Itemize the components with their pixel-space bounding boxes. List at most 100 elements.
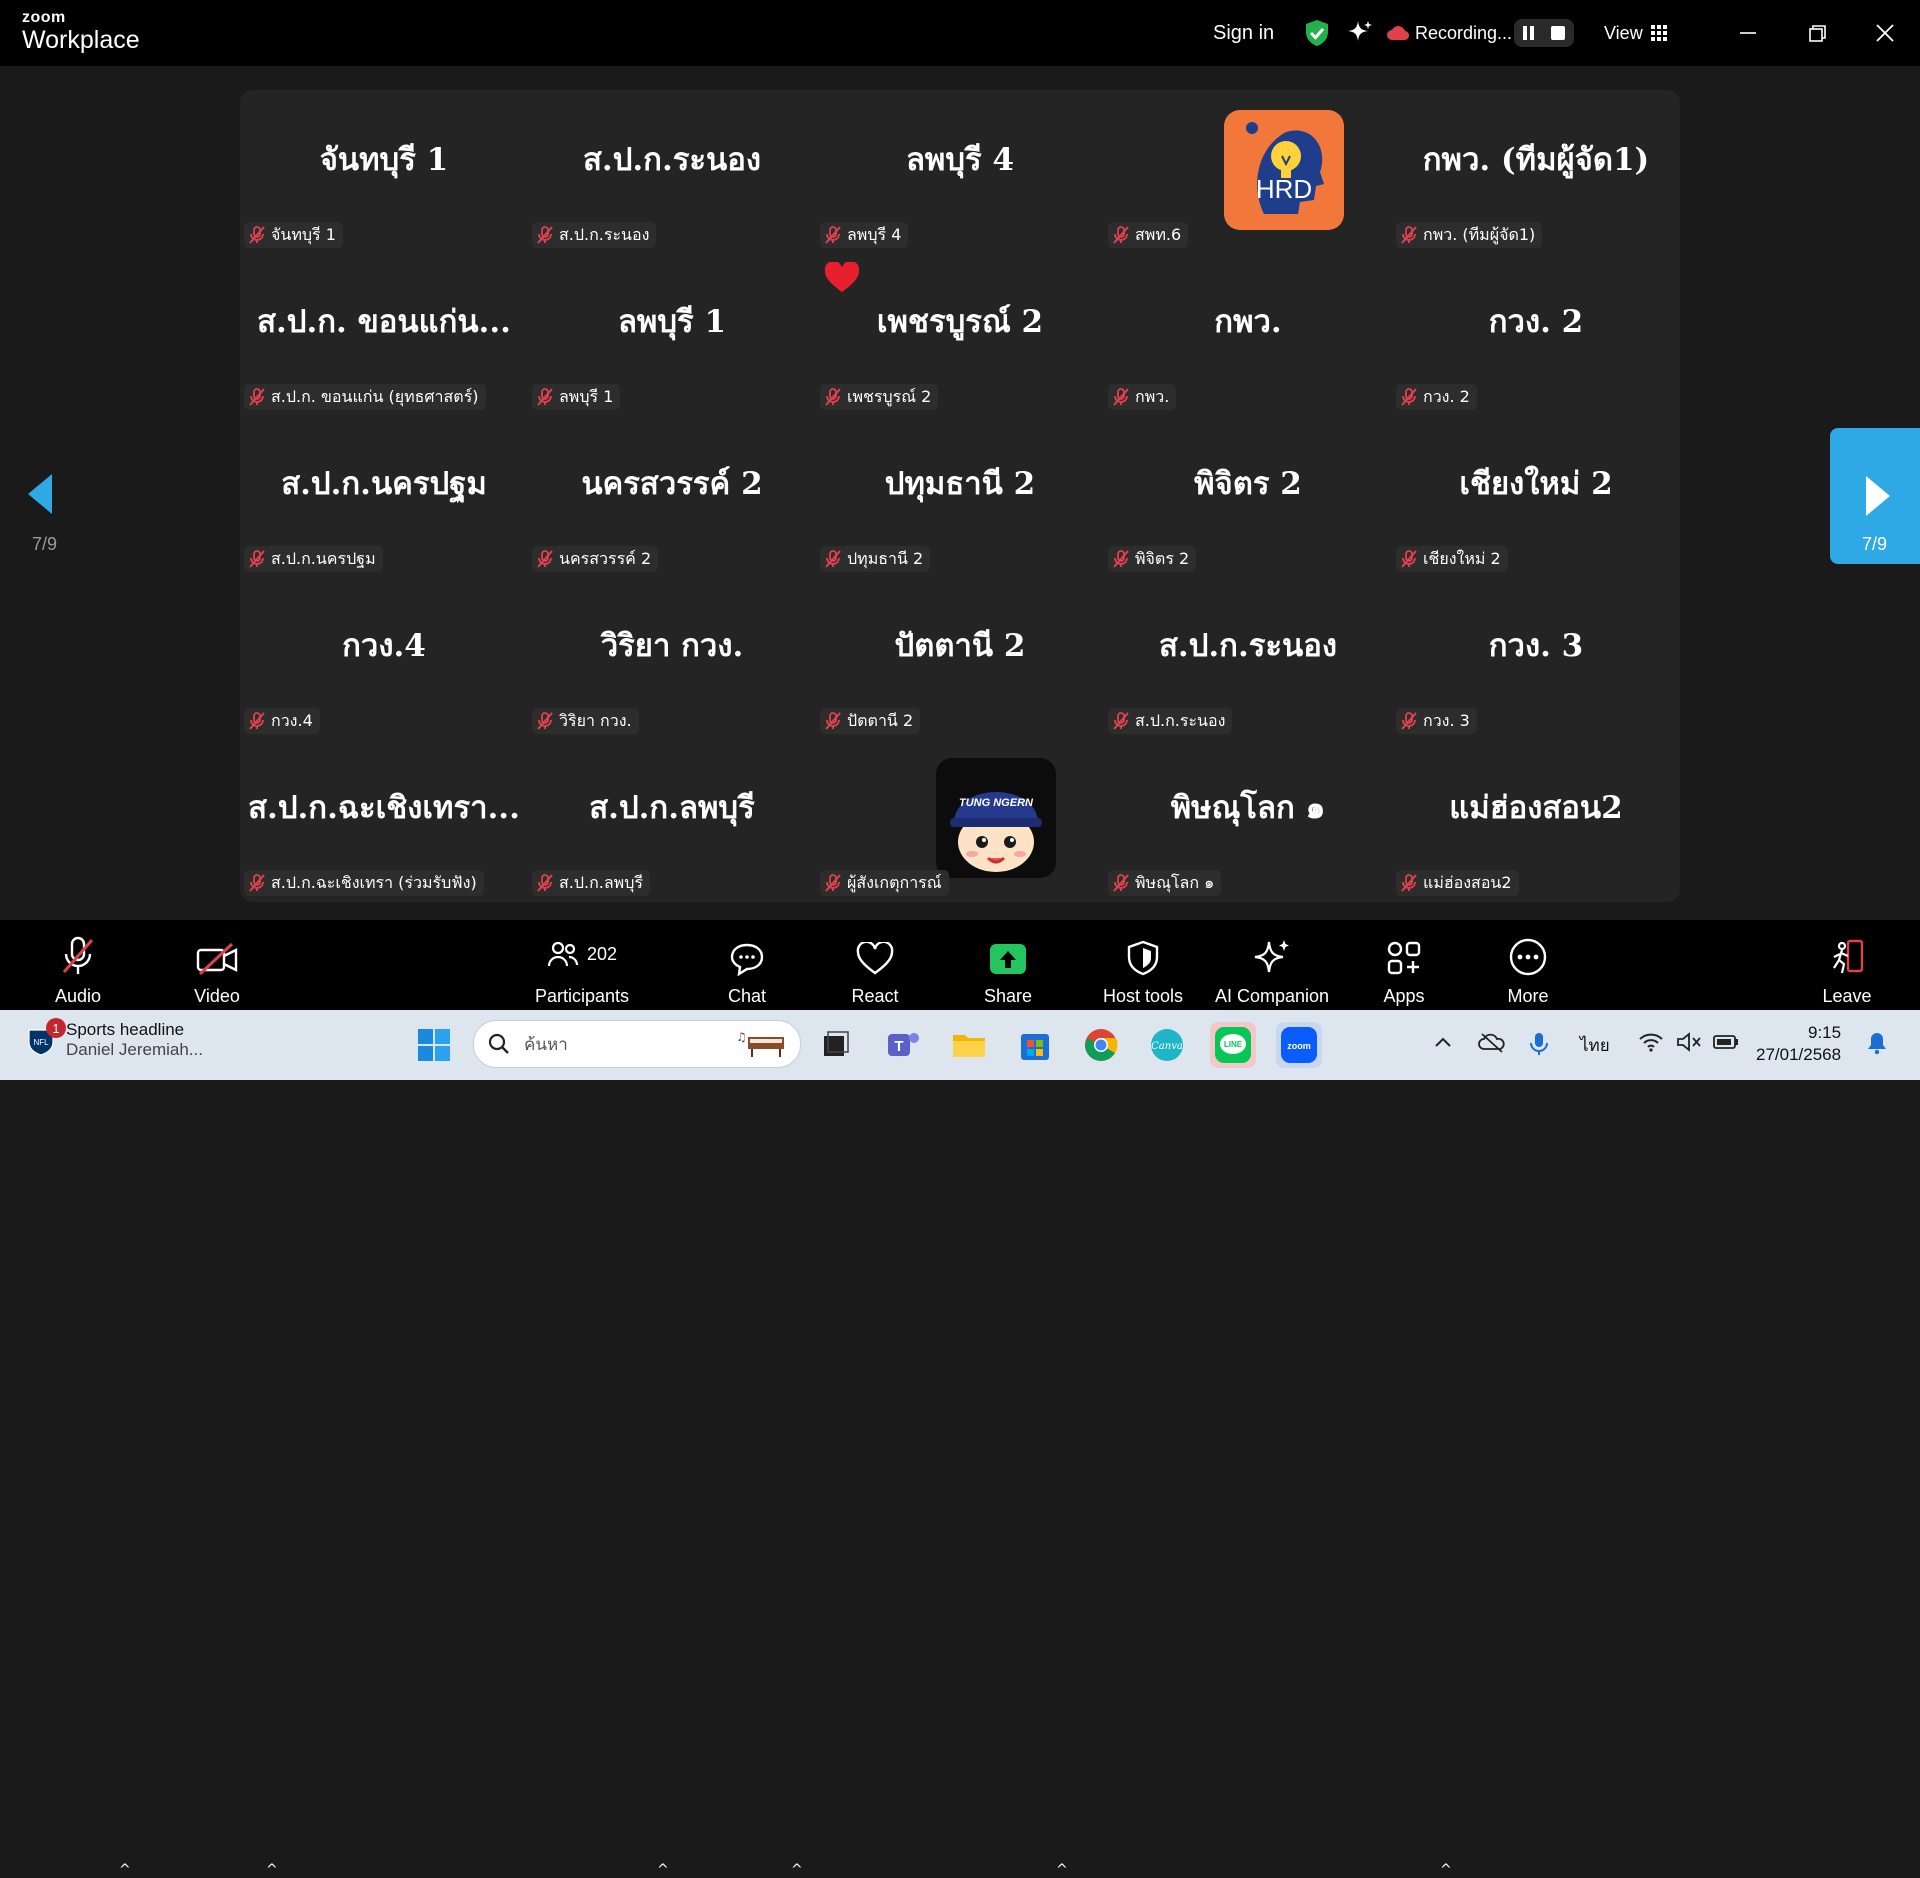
chat-button[interactable]: Chat [717, 920, 777, 1010]
news-notification-badge: 1 [46, 1018, 66, 1038]
muted-mic-icon [1400, 873, 1418, 893]
system-clock[interactable]: 9:15 27/01/2568 [1756, 1022, 1841, 1066]
video-options-caret-icon[interactable]: ^ [266, 1862, 278, 1878]
audio-button[interactable]: Audio [48, 920, 108, 1010]
participant-tile[interactable]: กวง. 2 กวง. 2 [1392, 252, 1680, 414]
participant-label-text: จันทบุรี 1 [271, 224, 336, 244]
muted-mic-icon [1112, 387, 1130, 407]
chrome-icon[interactable] [1082, 1026, 1120, 1064]
microphone-in-use-icon[interactable] [1528, 1031, 1550, 1061]
chat-options-caret-icon[interactable]: ^ [791, 1862, 803, 1878]
news-widget[interactable]: NFL 1 Sports headline Daniel Jeremiah... [28, 1018, 203, 1060]
participant-name-label: ลพบุรี 4 [820, 222, 909, 248]
view-menu-button[interactable]: View [1604, 0, 1667, 66]
muted-mic-icon [1400, 225, 1418, 245]
participant-tile[interactable]: ส.ป.ก.ลพบุรี ส.ป.ก.ลพบุรี [528, 738, 816, 900]
audio-options-caret-icon[interactable]: ^ [119, 1862, 131, 1878]
file-explorer-icon[interactable] [950, 1026, 988, 1064]
wifi-icon[interactable] [1638, 1031, 1664, 1057]
participant-name-label: ส.ป.ก.ลพบุรี [532, 870, 650, 896]
ai-companion-sparkle-icon[interactable] [1347, 0, 1373, 66]
video-button[interactable]: Video [187, 920, 247, 1010]
participant-tile[interactable]: เชียงใหม่ 2 เชียงใหม่ 2 [1392, 414, 1680, 576]
pause-recording-icon[interactable] [1522, 26, 1534, 40]
ai-companion-button[interactable]: AI Companion [1212, 920, 1332, 1010]
participant-tile[interactable]: วิริยา กวง. วิริยา กวง. [528, 576, 816, 738]
svg-text:T: T [894, 1038, 903, 1055]
line-app-icon[interactable]: LINE [1210, 1022, 1256, 1068]
participant-tile[interactable]: แม่ฮ่องสอน2 แม่ฮ่องสอน2 [1392, 738, 1680, 900]
participant-label-text: ปัตตานี 2 [847, 710, 914, 730]
participant-tile[interactable]: ปทุมธานี 2 ปทุมธานี 2 [816, 414, 1104, 576]
participant-tile[interactable]: ลพบุรี 1 ลพบุรี 1 [528, 252, 816, 414]
task-view-icon[interactable] [816, 1026, 854, 1064]
input-language-indicator[interactable]: ไทย [1580, 1032, 1610, 1059]
apps-options-caret-icon[interactable]: ^ [1440, 1862, 1452, 1878]
muted-mic-icon [824, 873, 842, 893]
muted-mic-icon [536, 873, 554, 893]
onedrive-cloud-icon[interactable] [1478, 1031, 1506, 1057]
participant-tile[interactable]: ส.ป.ก. ขอนแก่น... ส.ป.ก. ขอนแก่น (ยุทธศาส… [240, 252, 528, 414]
next-page-button[interactable]: 7/9 [1830, 428, 1920, 564]
encryption-shield-icon[interactable] [1304, 0, 1330, 66]
participant-display-name: ส.ป.ก.ระนอง [1159, 628, 1337, 664]
battery-icon[interactable] [1712, 1031, 1740, 1057]
participants-button[interactable]: 202 Participants [532, 920, 632, 1010]
participant-display-name: ส.ป.ก.ฉะเชิงเทรา... [248, 790, 520, 826]
microsoft-store-icon[interactable] [1016, 1026, 1054, 1064]
clock-time: 9:15 [1808, 1023, 1842, 1042]
participant-tile[interactable]: ส.ป.ก.ฉะเชิงเทรา... ส.ป.ก.ฉะเชิงเทรา (ร่ว… [240, 738, 528, 900]
more-button[interactable]: More [1498, 920, 1558, 1010]
muted-mic-icon [824, 549, 842, 569]
participant-tile[interactable]: นครสวรรค์ 2 นครสวรรค์ 2 [528, 414, 816, 576]
apps-button[interactable]: Apps [1374, 920, 1434, 1010]
sign-in-link[interactable]: Sign in [1213, 0, 1274, 66]
participant-tile[interactable]: ปัตตานี 2 ปัตตานี 2 [816, 576, 1104, 738]
teams-icon[interactable]: T [884, 1026, 922, 1064]
participant-tile[interactable]: กพว. กพว. [1104, 252, 1392, 414]
participant-tile[interactable]: ส.ป.ก.ระนอง ส.ป.ก.ระนอง [528, 90, 816, 252]
participant-tile[interactable]: HRD สพท.6 [1104, 90, 1392, 252]
leave-button[interactable]: Leave [1817, 920, 1877, 1010]
participant-tile[interactable]: พิจิตร 2 พิจิตร 2 [1104, 414, 1392, 576]
participant-tile[interactable]: กวง.4 กวง.4 [240, 576, 528, 738]
show-hidden-icons-chevron-icon[interactable] [1432, 1031, 1454, 1057]
more-ellipsis-icon [1509, 938, 1547, 976]
participant-tile[interactable]: กวง. 3 กวง. 3 [1392, 576, 1680, 738]
participant-name-label: กวง.4 [244, 708, 320, 734]
host-tools-button[interactable]: Host tools [1093, 920, 1193, 1010]
stop-recording-icon[interactable] [1551, 26, 1566, 40]
volume-muted-icon[interactable] [1676, 1031, 1702, 1057]
previous-page-arrow-icon[interactable] [26, 472, 54, 520]
minimize-icon[interactable] [1735, 20, 1761, 46]
windows-start-icon[interactable] [415, 1026, 453, 1064]
participant-tile[interactable]: ส.ป.ก.ระนอง ส.ป.ก.ระนอง [1104, 576, 1392, 738]
participant-tile[interactable]: พิษณุโลก ๑พิษณุโลก ๑ [1104, 738, 1392, 900]
taskbar-search-box[interactable]: ค้นหา ♫ [473, 1020, 801, 1068]
recording-indicator[interactable]: Recording... [1387, 0, 1512, 66]
canva-icon[interactable]: Canva [1148, 1026, 1186, 1064]
share-options-caret-icon[interactable]: ^ [1056, 1862, 1068, 1878]
notification-bell-icon[interactable] [1866, 1031, 1888, 1059]
share-button[interactable]: Share [978, 920, 1038, 1010]
participant-tile[interactable]: จันทบุรี 1 จันทบุรี 1 [240, 90, 528, 252]
participant-name-label: กพว. [1108, 384, 1177, 410]
participant-label-text: นครสวรรค์ 2 [559, 548, 652, 568]
close-icon[interactable] [1872, 20, 1898, 46]
grid-view-icon [1650, 25, 1667, 41]
participant-tile[interactable]: TUNG NGERN ผู้สังเกตุการณ์ [816, 738, 1104, 900]
host-shield-icon [1127, 940, 1159, 976]
participant-tile[interactable]: กพว. (ทีมผู้จัด1) กพว. (ทีมผู้จัด1) [1392, 90, 1680, 252]
restore-icon[interactable] [1804, 20, 1830, 46]
react-button[interactable]: React [845, 920, 905, 1010]
apps-icon [1387, 941, 1421, 975]
participant-tile[interactable]: ส.ป.ก.นครปฐม ส.ป.ก.นครปฐม [240, 414, 528, 576]
muted-mic-icon [248, 387, 266, 407]
participants-options-caret-icon[interactable]: ^ [657, 1862, 669, 1878]
svg-text:LINE: LINE [1224, 1040, 1243, 1049]
zoom-app-icon[interactable]: zoom [1276, 1022, 1322, 1068]
participant-display-name: ส.ป.ก. ขอนแก่น... [257, 304, 511, 340]
participant-display-name: เพชรบูรณ์ 2 [876, 304, 1044, 340]
page-indicator-left: 7/9 [32, 534, 58, 554]
participant-tile[interactable]: ลพบุรี 4 ลพบุรี 4 [816, 90, 1104, 252]
